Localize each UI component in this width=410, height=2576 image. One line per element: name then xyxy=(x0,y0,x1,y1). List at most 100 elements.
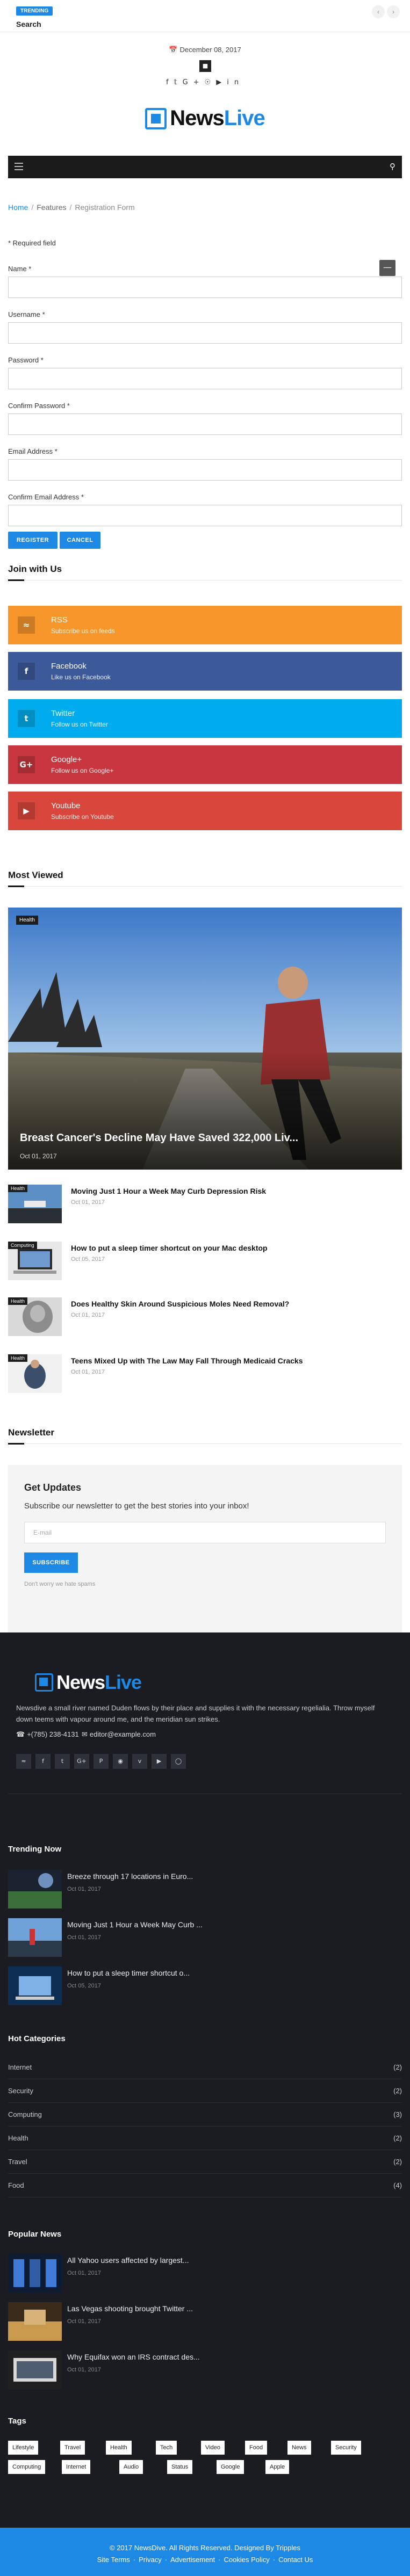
facebook-icon[interactable]: f xyxy=(166,78,174,86)
search-icon[interactable]: ⚲ xyxy=(390,162,395,171)
category-row[interactable]: Computing (3) xyxy=(8,2103,402,2127)
tag[interactable]: News xyxy=(287,2441,311,2455)
tag[interactable]: Computing xyxy=(8,2460,46,2474)
pinterest-icon[interactable]: ☉ xyxy=(205,78,217,86)
tag[interactable]: Status xyxy=(167,2460,193,2474)
hero-title[interactable]: Breast Cancer's Decline May Have Saved 3… xyxy=(20,1132,298,1144)
register-button[interactable]: REGISTER xyxy=(8,532,57,549)
menu-icon[interactable] xyxy=(15,163,23,170)
footer-email[interactable]: ✉ editor@example.com xyxy=(82,1730,156,1739)
popular-title[interactable]: Why Equifax won an IRS contract des... xyxy=(67,2353,200,2361)
article-title[interactable]: Teens Mixed Up with The Law May Fall Thr… xyxy=(71,1356,303,1365)
popular-title[interactable]: All Yahoo users affected by largest... xyxy=(67,2256,189,2265)
tag[interactable]: Food xyxy=(245,2441,268,2455)
cancel-button[interactable]: CANCEL xyxy=(60,532,100,549)
trending-thumb[interactable] xyxy=(8,1918,62,1957)
article-thumb[interactable]: Health xyxy=(8,1297,62,1336)
confirm-email-label: Confirm Email Address * xyxy=(8,493,84,501)
newsletter-email-input[interactable]: E-mail xyxy=(24,1522,386,1543)
join-rss[interactable]: ≈ RSS Subscribe us on feeds xyxy=(8,606,402,644)
trending-title[interactable]: Search xyxy=(16,20,41,28)
tag[interactable]: Video xyxy=(201,2441,225,2455)
popular-thumb[interactable] xyxy=(8,2350,62,2389)
category-row[interactable]: Health (2) xyxy=(8,2127,402,2150)
twitter-icon[interactable]: 𝕥 xyxy=(174,78,183,86)
advertisement-link[interactable]: Advertisement xyxy=(170,2556,215,2564)
popular-title[interactable]: Las Vegas shooting brought Twitter ... xyxy=(67,2304,193,2313)
email-field[interactable] xyxy=(8,459,402,481)
trending-thumb[interactable] xyxy=(8,1967,62,2005)
article-thumb[interactable]: Health xyxy=(8,1185,62,1223)
chevron-right-icon[interactable]: › xyxy=(387,5,400,18)
youtube-icon[interactable]: ▶ xyxy=(216,78,227,86)
section-divider xyxy=(8,886,402,887)
category-row[interactable]: Travel (2) xyxy=(8,2150,402,2174)
user-icon[interactable]: ■ xyxy=(199,60,211,72)
trending-title[interactable]: How to put a sleep timer shortcut o... xyxy=(67,1969,190,1977)
article-image xyxy=(8,2350,62,2389)
youtube-icon[interactable]: ▶ xyxy=(152,1754,167,1769)
category-row[interactable]: Security (2) xyxy=(8,2079,402,2103)
name-field[interactable] xyxy=(8,277,402,298)
confirm-email-field[interactable] xyxy=(8,505,402,526)
article-title[interactable]: Moving Just 1 Hour a Week May Curb Depre… xyxy=(71,1187,266,1195)
tag[interactable]: Health xyxy=(106,2441,132,2455)
tag[interactable]: Apple xyxy=(265,2460,290,2474)
main-navbar: ⚲ xyxy=(8,156,402,178)
tag[interactable]: Lifestyle xyxy=(8,2441,39,2455)
breadcrumb-home[interactable]: Home xyxy=(8,203,28,212)
twitter-icon[interactable]: t xyxy=(55,1754,70,1769)
article-title[interactable]: Does Healthy Skin Around Suspicious Mole… xyxy=(71,1300,289,1308)
popular-date: Oct 01, 2017 xyxy=(67,2270,101,2276)
username-field[interactable] xyxy=(8,322,402,344)
join-google-plus[interactable]: G+ Google+ Follow us on Google+ xyxy=(8,745,402,784)
tag[interactable]: Google xyxy=(217,2460,244,2474)
hero-category-badge[interactable]: Health xyxy=(16,916,38,925)
form-icon[interactable]: — xyxy=(379,260,395,276)
google-plus-icon[interactable]: G+ xyxy=(74,1754,89,1769)
linkedin-icon[interactable]: in xyxy=(227,78,244,86)
popular-thumb[interactable] xyxy=(8,2254,62,2292)
trending-thumb[interactable] xyxy=(8,1870,62,1909)
article-image xyxy=(8,1870,62,1909)
google-plus-icon[interactable]: G+ xyxy=(183,78,205,86)
article-title[interactable]: How to put a sleep timer shortcut on you… xyxy=(71,1244,268,1252)
instagram-icon[interactable]: ◯ xyxy=(171,1754,186,1769)
subscribe-button[interactable]: SUBSCRIBE xyxy=(24,1552,78,1573)
join-facebook[interactable]: f Facebook Like us on Facebook xyxy=(8,652,402,691)
vimeo-icon[interactable]: v xyxy=(132,1754,147,1769)
tag[interactable]: Audio xyxy=(119,2460,143,2474)
chevron-left-icon[interactable]: ‹ xyxy=(372,5,385,18)
tag[interactable]: Security xyxy=(331,2441,361,2455)
mail-icon: ✉ xyxy=(82,1731,88,1739)
tag[interactable]: Travel xyxy=(60,2441,85,2455)
contact-us-link[interactable]: Contact Us xyxy=(278,2556,313,2564)
hot-categories-title: Hot Categories xyxy=(8,2034,66,2043)
privacy-link[interactable]: Privacy xyxy=(139,2556,162,2564)
join-twitter[interactable]: t Twitter Follow us on Twitter xyxy=(8,699,402,738)
tag[interactable]: Internet xyxy=(62,2460,91,2474)
hero-article[interactable]: Health Breast Cancer's Decline May Have … xyxy=(8,908,402,1170)
facebook-icon[interactable]: f xyxy=(35,1754,51,1769)
tag[interactable]: Tech xyxy=(156,2441,177,2455)
article-thumb[interactable]: Computing xyxy=(8,1242,62,1280)
trending-date: Oct 05, 2017 xyxy=(67,1983,101,1989)
category-row[interactable]: Food (4) xyxy=(8,2174,402,2197)
popular-thumb[interactable] xyxy=(8,2302,62,2341)
footer-logo[interactable]: NewsLive xyxy=(35,1671,142,1694)
category-row[interactable]: Internet (2) xyxy=(8,2056,402,2079)
site-terms-link[interactable]: Site Terms xyxy=(97,2556,130,2564)
breadcrumb-features[interactable]: Features xyxy=(37,203,66,212)
dribbble-icon[interactable]: ◉ xyxy=(113,1754,128,1769)
trending-title[interactable]: Moving Just 1 Hour a Week May Curb ... xyxy=(67,1920,203,1929)
newsletter-note: Don't worry we hate spams xyxy=(24,1581,96,1587)
password-field[interactable] xyxy=(8,368,402,389)
confirm-password-field[interactable] xyxy=(8,413,402,435)
cookies-policy-link[interactable]: Cookies Policy xyxy=(224,2556,270,2564)
rss-icon[interactable]: ≈ xyxy=(16,1754,31,1769)
pinterest-icon[interactable]: P xyxy=(93,1754,109,1769)
join-youtube[interactable]: ▶ Youtube Subscribe on Youtube xyxy=(8,792,402,830)
site-logo[interactable]: NewsLive xyxy=(0,106,410,130)
trending-title[interactable]: Breeze through 17 locations in Euro... xyxy=(67,1872,193,1881)
article-thumb[interactable]: Health xyxy=(8,1354,62,1393)
